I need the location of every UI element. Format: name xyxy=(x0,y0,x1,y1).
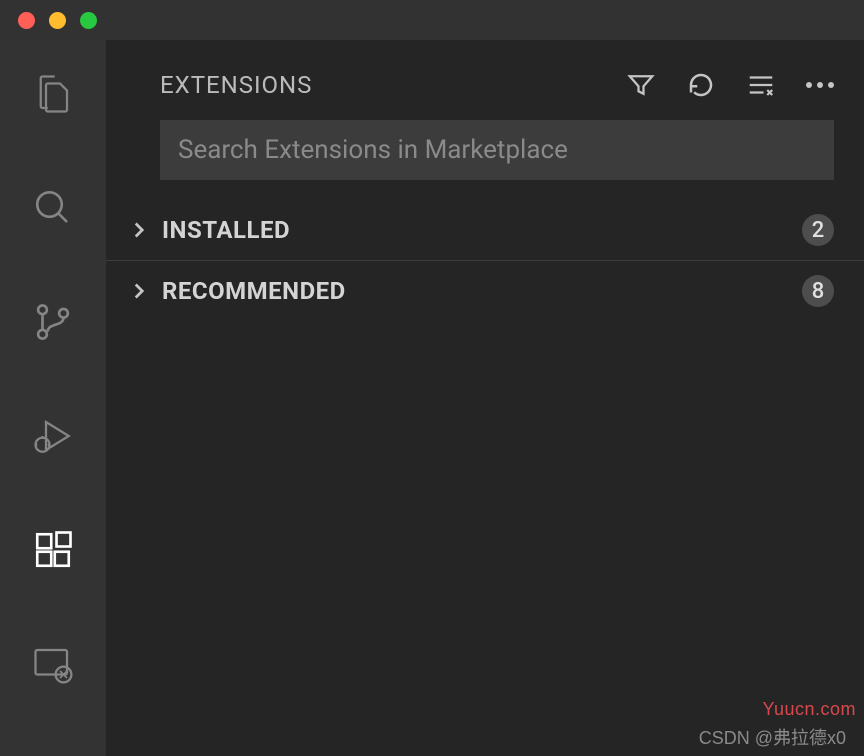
extensions-icon xyxy=(32,529,74,571)
refresh-icon xyxy=(686,70,716,100)
explorer-tab[interactable] xyxy=(27,68,79,120)
search-container xyxy=(106,120,864,200)
debug-icon xyxy=(32,415,74,457)
more-actions-button[interactable] xyxy=(806,82,834,88)
remote-icon xyxy=(32,643,74,685)
clear-button[interactable] xyxy=(746,70,776,100)
clear-list-icon xyxy=(746,70,776,100)
filter-button[interactable] xyxy=(626,70,656,100)
close-window-button[interactable] xyxy=(18,12,35,29)
debug-tab[interactable] xyxy=(27,410,79,462)
recommended-label: RECOMMENDED xyxy=(162,277,346,305)
sidebar-header: EXTENSIONS xyxy=(106,40,864,120)
sidebar-title: EXTENSIONS xyxy=(160,71,312,99)
files-icon xyxy=(32,73,74,115)
activity-bar xyxy=(0,40,106,756)
watermark-site: Yuucn.com xyxy=(762,699,856,720)
refresh-button[interactable] xyxy=(686,70,716,100)
minimize-window-button[interactable] xyxy=(49,12,66,29)
installed-label: INSTALLED xyxy=(162,216,290,244)
source-control-tab[interactable] xyxy=(27,296,79,348)
search-tab[interactable] xyxy=(27,182,79,234)
extensions-tab[interactable] xyxy=(27,524,79,576)
recommended-count-badge: 8 xyxy=(802,275,834,307)
filter-icon xyxy=(626,70,656,100)
chevron-right-icon xyxy=(126,278,152,304)
recommended-section[interactable]: RECOMMENDED 8 xyxy=(106,261,864,321)
search-icon xyxy=(32,187,74,229)
main-container: EXTENSIONS xyxy=(0,40,864,756)
branch-icon xyxy=(32,301,74,343)
more-icon xyxy=(806,82,834,88)
watermark-author: CSDN @弗拉德x0 xyxy=(699,724,846,750)
header-actions xyxy=(626,70,834,100)
maximize-window-button[interactable] xyxy=(80,12,97,29)
installed-count-badge: 2 xyxy=(802,214,834,246)
titlebar xyxy=(0,0,864,40)
chevron-right-icon xyxy=(126,217,152,243)
extensions-sidebar: EXTENSIONS xyxy=(106,40,864,756)
search-input[interactable] xyxy=(160,120,834,180)
section-left: INSTALLED xyxy=(126,216,290,244)
installed-section[interactable]: INSTALLED 2 xyxy=(106,200,864,261)
remote-tab[interactable] xyxy=(27,638,79,690)
section-left: RECOMMENDED xyxy=(126,277,346,305)
